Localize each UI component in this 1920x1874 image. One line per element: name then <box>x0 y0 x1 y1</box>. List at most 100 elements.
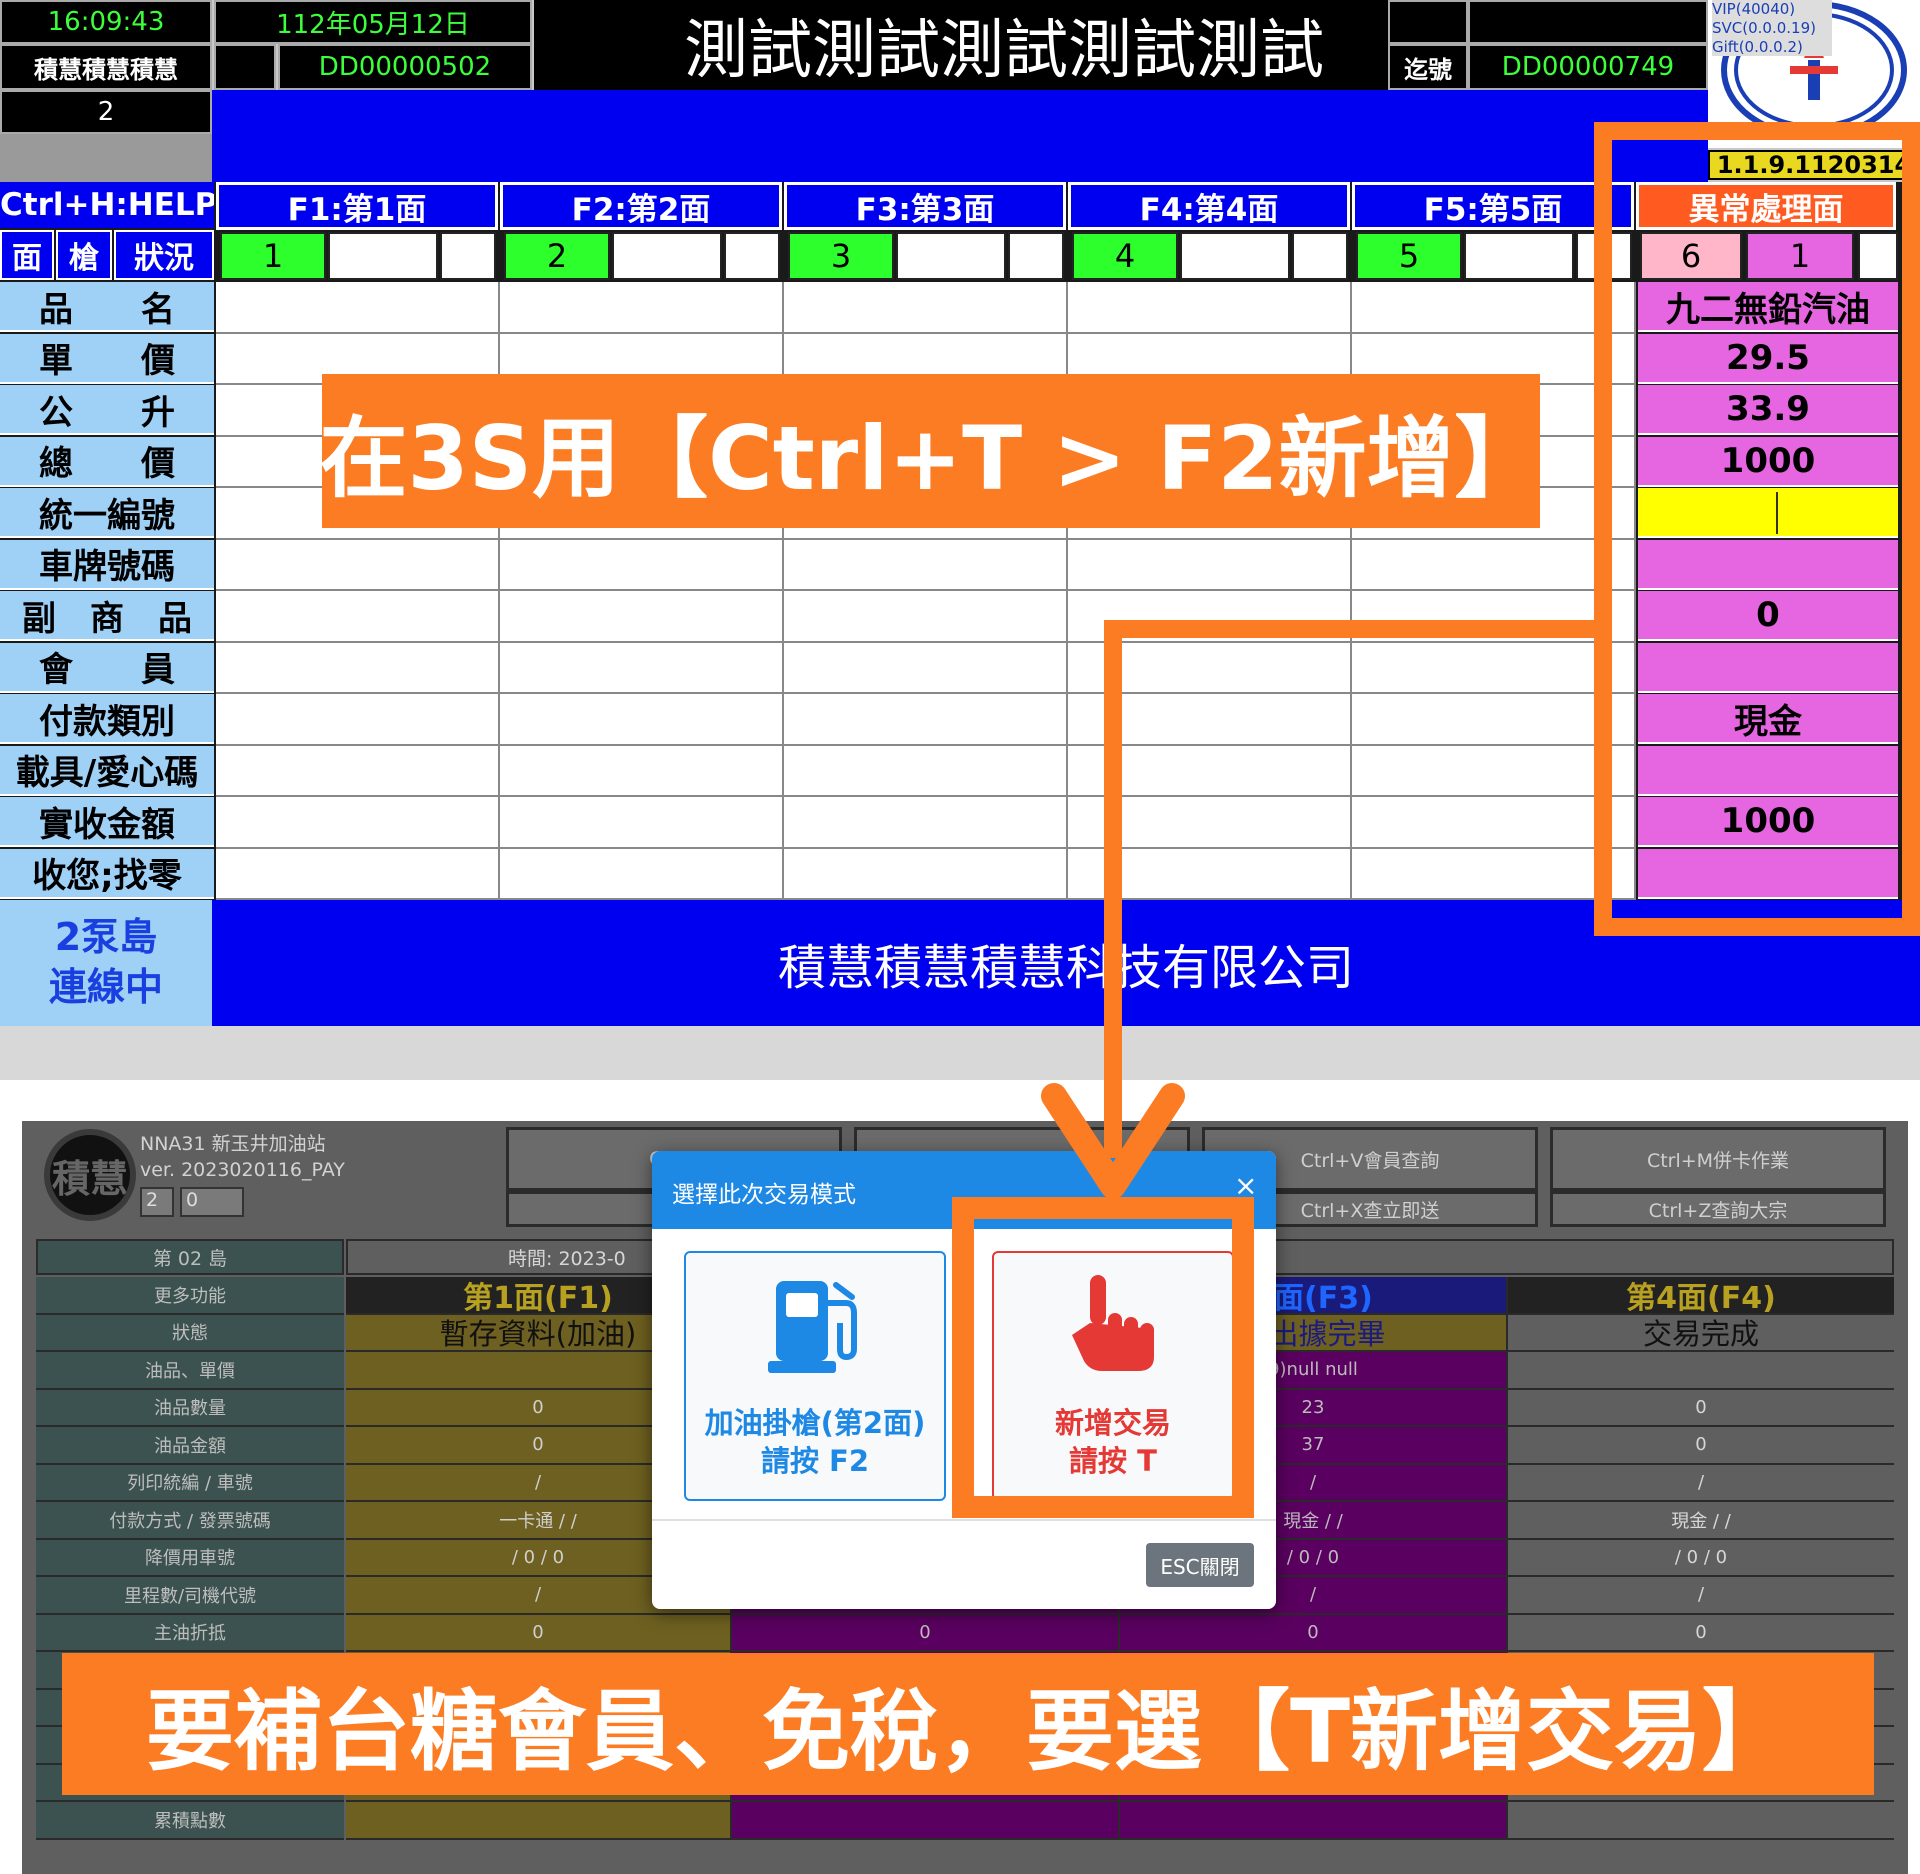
face-cell <box>216 745 500 797</box>
empty-box <box>1388 0 1468 44</box>
empty-box <box>214 44 276 90</box>
face-4-cell <box>1508 1802 1894 1840</box>
face-cell <box>1068 282 1352 334</box>
header-blue-bar <box>212 90 1708 182</box>
start-number: DD00000502 <box>278 44 532 90</box>
face-cell <box>216 539 500 591</box>
face-cell <box>500 848 784 900</box>
esc-close-button[interactable]: ESC關閉 <box>1146 1543 1254 1587</box>
row-label: 統一編號 <box>0 488 214 538</box>
row-label: 狀態 <box>36 1314 344 1352</box>
end-number: DD00000749 <box>1468 44 1708 90</box>
face-2-number: 2 <box>504 232 610 280</box>
face-cell <box>784 848 1068 900</box>
face-3-gun <box>896 232 1006 280</box>
face-4-status <box>1292 232 1348 280</box>
face-2-status <box>724 232 780 280</box>
face-4-cell: / 0 / 0 <box>1508 1539 1894 1577</box>
face-2-gun <box>612 232 722 280</box>
row-label: 付款方式 / 發票號碼 <box>36 1502 344 1540</box>
pos-screen: 16:09:43 112年05月12日 測試測試測試測試測試 積慧積慧積慧 DD… <box>0 0 1920 1080</box>
app-version: ver. 2023020116_PAY <box>140 1159 345 1181</box>
row-label: 會 員 <box>0 642 214 693</box>
date: 112年05月12日 <box>214 0 532 44</box>
gray-strip <box>0 1026 1920 1080</box>
face-cell <box>784 539 1068 591</box>
face-5-number: 5 <box>1356 232 1462 280</box>
row-label: 累積點數 <box>36 1802 344 1840</box>
highlight-frame-new-transaction <box>952 1197 1254 1518</box>
face-cell <box>216 282 500 334</box>
face-cell <box>216 591 500 643</box>
island-label: 第 02 島 <box>36 1239 344 1275</box>
face-cell <box>500 282 784 334</box>
company-short: 積慧積慧積慧 <box>0 44 212 90</box>
face-3-number: 3 <box>788 232 894 280</box>
tab-face-3[interactable]: F3:第3面 <box>784 182 1066 230</box>
row-label: 油品金額 <box>36 1427 344 1465</box>
face-4-cell: 現金 / / <box>1508 1502 1894 1540</box>
modal-divider <box>652 1519 1276 1521</box>
face-5-gun <box>1464 232 1574 280</box>
modal-title: 選擇此次交易模式 <box>672 1182 856 1208</box>
face-cell <box>500 591 784 643</box>
annotation-top-banner: 在3S用【Ctrl+T > F2新增】 <box>322 374 1540 528</box>
face-4-gun <box>1180 232 1290 280</box>
refuel-option-key: 請按 F2 <box>760 1444 870 1478</box>
face-4-header: 第4面(F4) <box>1508 1277 1894 1315</box>
arrow-vertical <box>1104 620 1122 1158</box>
face-subheader: 面 <box>0 230 54 280</box>
station-name: NNA31 新玉井加油站 <box>140 1133 326 1155</box>
face-4-status: 交易完成 <box>1508 1314 1894 1352</box>
svc-status: SVC(0.0.0.19) <box>1712 19 1816 37</box>
refuel-option-button[interactable]: 加油掛槍(第2面) 請按 F2 <box>684 1251 946 1501</box>
face-cell <box>500 642 784 694</box>
row-label: 里程數/司機代號 <box>36 1577 344 1615</box>
row-label: 副 商 品 <box>0 591 214 641</box>
face-4-cell: 0 <box>1508 1614 1894 1652</box>
face-cell <box>216 797 500 849</box>
bulk-query-button[interactable]: Ctrl+Z查詢大宗 <box>1550 1191 1886 1227</box>
merge-card-button[interactable]: Ctrl+M併卡作業 <box>1550 1127 1886 1191</box>
gun-subheader: 槍 <box>56 230 112 280</box>
face-cell <box>216 694 500 746</box>
arrow-horizontal <box>1104 620 1596 638</box>
face-cell <box>500 694 784 746</box>
face-4-cell: 0 <box>1508 1427 1894 1465</box>
row-label: 車牌號碼 <box>0 539 214 590</box>
refuel-option-label: 加油掛槍(第2面) <box>704 1406 926 1440</box>
title-bar: 測試測試測試測試測試 <box>534 0 1388 90</box>
highlight-frame-abnormal <box>1594 122 1920 936</box>
arrow-head-icon <box>1041 1083 1185 1199</box>
row-label: 油品、單價 <box>36 1352 344 1390</box>
tab-face-2[interactable]: F2:第2面 <box>500 182 782 230</box>
row-label: 油品數量 <box>36 1389 344 1427</box>
face-4-cell: 0 <box>1508 1389 1894 1427</box>
face-4-cell <box>1508 1352 1894 1390</box>
face-cell <box>500 745 784 797</box>
row-label: 公 升 <box>0 385 214 435</box>
row-label: 付款類別 <box>0 694 214 744</box>
face-cell <box>784 797 1068 849</box>
face-cell <box>784 642 1068 694</box>
empty-box <box>1468 0 1708 44</box>
island-status: 2泵島 連線中 <box>0 900 212 1026</box>
tab-face-1[interactable]: F1:第1面 <box>216 182 498 230</box>
help-button[interactable]: Ctrl+H:HELP <box>0 182 214 228</box>
vip-status: VIP(40040) <box>1712 0 1796 18</box>
face-cell <box>784 745 1068 797</box>
row-label: 降價用車號 <box>36 1539 344 1577</box>
brand-logo: 積慧 <box>44 1129 136 1221</box>
row-label: 品 名 <box>0 282 214 332</box>
face-input[interactable]: 0 <box>180 1187 244 1217</box>
tab-face-5[interactable]: F5:第5面 <box>1352 182 1634 230</box>
face-cell <box>1068 539 1352 591</box>
face-cell <box>500 797 784 849</box>
row-label: 總 價 <box>0 436 214 487</box>
island-input[interactable]: 2 <box>140 1187 174 1217</box>
server-status: VIP(40040) SVC(0.0.0.19) Gift(0.0.0.2) <box>1712 0 1832 56</box>
row-label: 載具/愛心碼 <box>0 745 214 796</box>
face-1-number: 1 <box>220 232 326 280</box>
tab-face-4[interactable]: F4:第4面 <box>1068 182 1350 230</box>
face-3-cell <box>1120 1802 1508 1840</box>
